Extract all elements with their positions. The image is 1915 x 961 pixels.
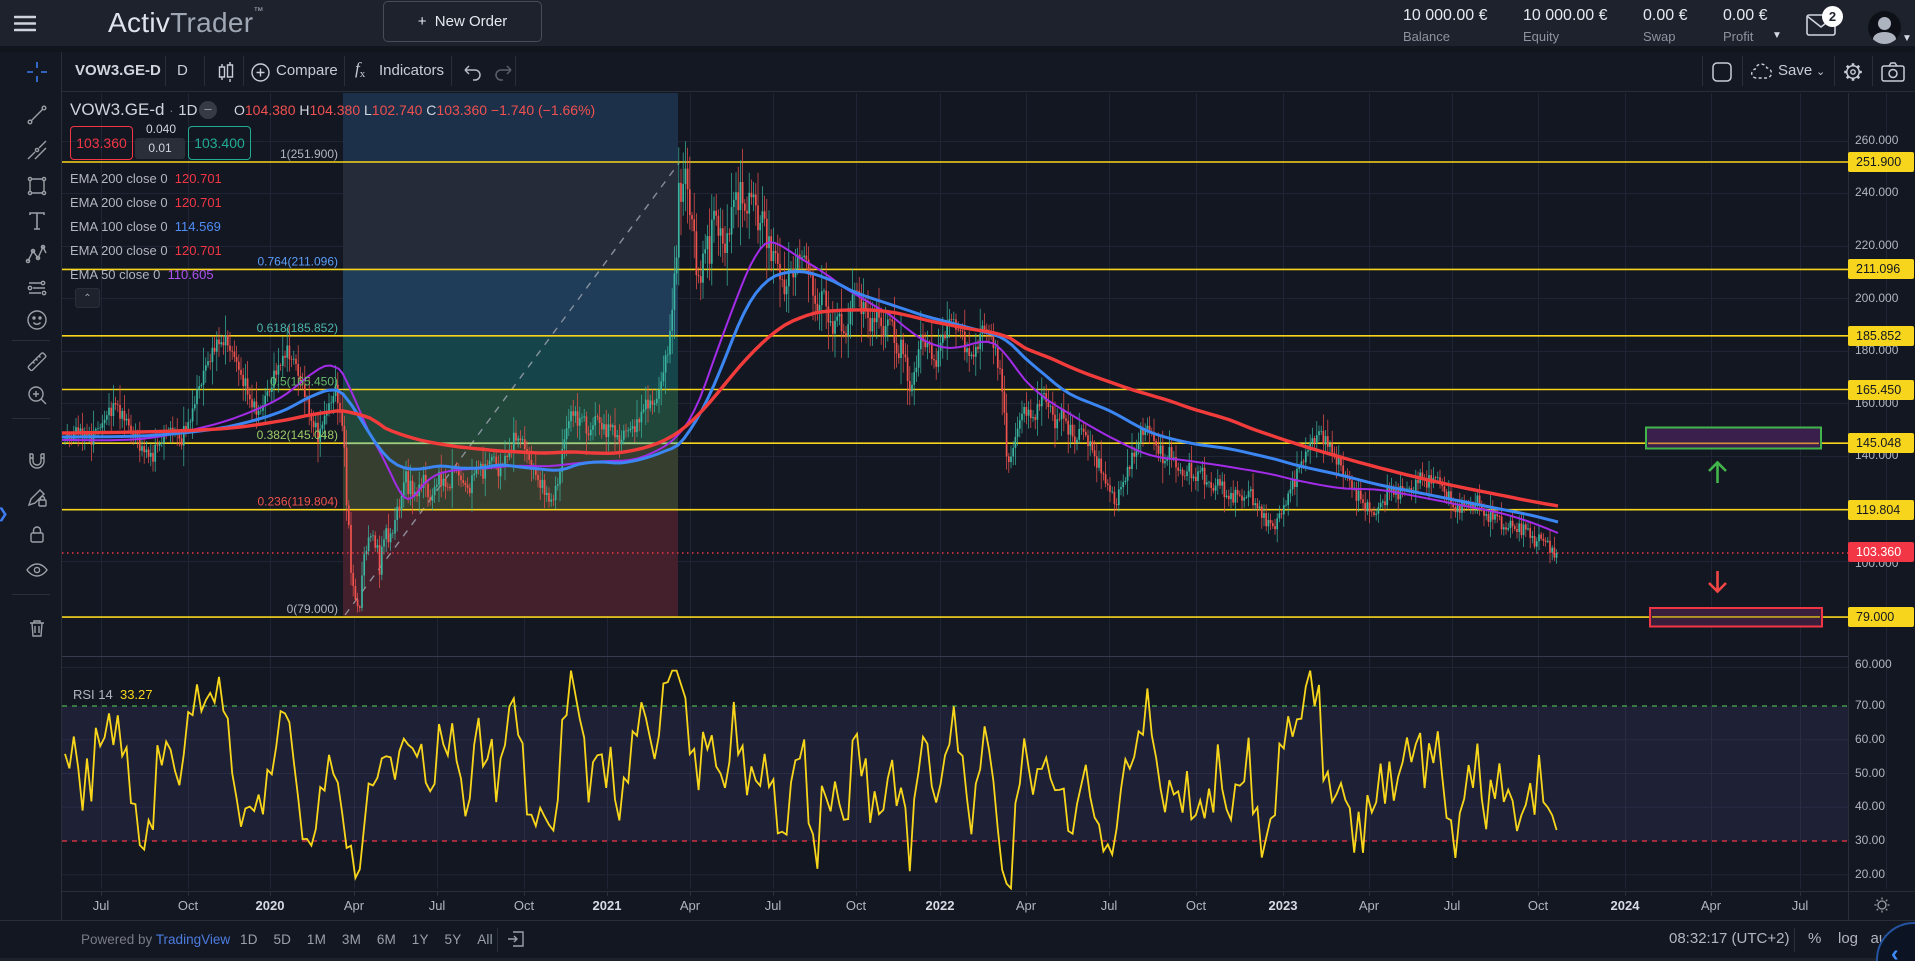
- svg-text:Apr: Apr: [1701, 898, 1722, 913]
- svg-text:2021: 2021: [593, 898, 622, 913]
- svg-text:Oct: Oct: [178, 898, 199, 913]
- svg-text:Oct: Oct: [1186, 898, 1207, 913]
- svg-text:Oct: Oct: [514, 898, 535, 913]
- svg-text:2023: 2023: [1269, 898, 1298, 913]
- svg-text:Jul: Jul: [1444, 898, 1461, 913]
- svg-text:Jul: Jul: [1101, 898, 1118, 913]
- svg-text:Jul: Jul: [429, 898, 446, 913]
- svg-text:Oct: Oct: [1528, 898, 1549, 913]
- svg-text:0.236(119.804): 0.236(119.804): [257, 495, 338, 509]
- svg-text:Apr: Apr: [344, 898, 365, 913]
- svg-text:0.618(185.852): 0.618(185.852): [257, 321, 338, 335]
- svg-text:Oct: Oct: [846, 898, 867, 913]
- svg-text:Apr: Apr: [1359, 898, 1380, 913]
- svg-text:0.764(211.096): 0.764(211.096): [257, 254, 338, 268]
- svg-text:Apr: Apr: [680, 898, 701, 913]
- svg-text:2022: 2022: [926, 898, 955, 913]
- svg-text:0(79.000): 0(79.000): [287, 602, 338, 616]
- svg-text:0.382(145.048): 0.382(145.048): [257, 428, 338, 442]
- svg-text:1(251.900): 1(251.900): [280, 147, 338, 161]
- svg-text:Jul: Jul: [765, 898, 782, 913]
- svg-text:Apr: Apr: [1016, 898, 1037, 913]
- svg-text:Jul: Jul: [1792, 898, 1809, 913]
- svg-text:2020: 2020: [256, 898, 285, 913]
- svg-text:2024: 2024: [1611, 898, 1641, 913]
- svg-text:0.5(165.450): 0.5(165.450): [270, 375, 338, 389]
- svg-text:Jul: Jul: [93, 898, 110, 913]
